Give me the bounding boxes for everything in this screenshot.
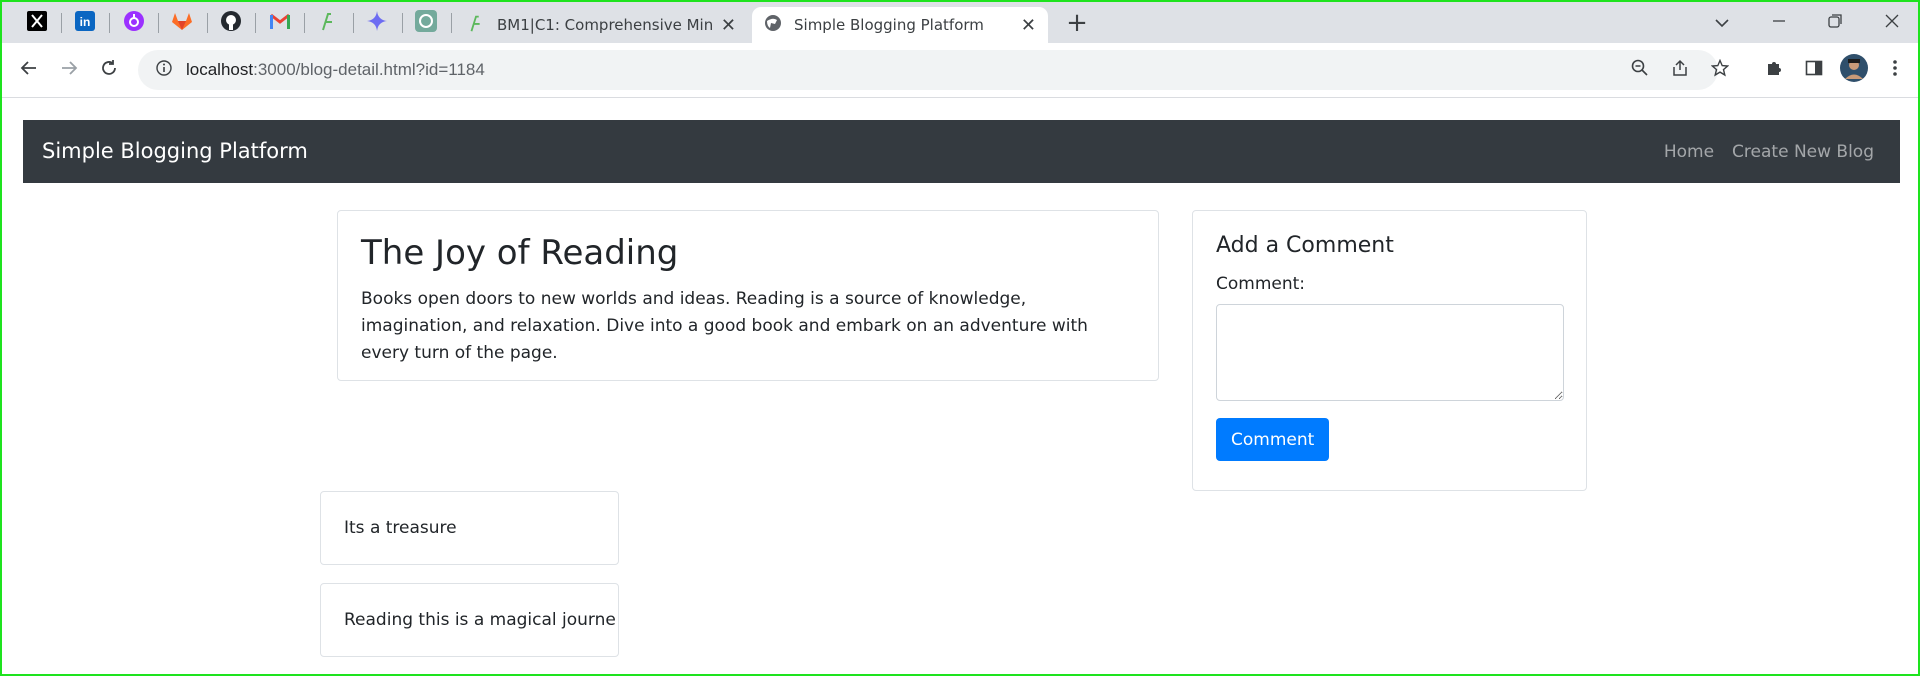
add-comment-heading: Add a Comment <box>1216 233 1394 258</box>
share-icon <box>1671 59 1689 81</box>
navbar-links: Home Create New Blog <box>1646 120 1874 183</box>
site-navbar: Simple Blogging Platform Home Create New… <box>23 120 1900 183</box>
minimize-icon <box>1772 12 1786 33</box>
x-logo-icon <box>27 11 47 35</box>
tab-strip: in BM1|C1: Comprehensive Min ✕ Simple Bl… <box>2 2 1918 43</box>
arrow-left-icon <box>20 59 38 81</box>
menu-button[interactable] <box>1878 53 1912 87</box>
zoom-out-icon <box>1631 59 1649 81</box>
globe-icon <box>764 14 782 36</box>
tab-separator <box>255 13 256 33</box>
side-panel-button[interactable] <box>1797 53 1831 87</box>
side-panel-icon <box>1805 59 1823 81</box>
tab-separator <box>402 13 403 33</box>
pinned-tab-x[interactable] <box>17 7 57 39</box>
tab-title: Simple Blogging Platform <box>794 16 984 34</box>
new-tab-button[interactable]: + <box>1061 7 1093 39</box>
pinned-tab-chatgpt[interactable] <box>406 7 446 39</box>
zoom-button[interactable] <box>1622 50 1658 90</box>
close-window-button[interactable] <box>1872 6 1912 38</box>
forward-button[interactable] <box>52 53 86 87</box>
pinned-tab-gitlab[interactable] <box>162 7 202 39</box>
tab-title: BM1|C1: Comprehensive Mini Pro <box>497 16 713 34</box>
puzzle-icon <box>1765 59 1783 81</box>
pinned-tab-tor[interactable] <box>114 7 154 39</box>
tab-separator <box>158 13 159 33</box>
tab-separator <box>353 13 354 33</box>
blog-post-card: The Joy of Reading Books open doors to n… <box>337 210 1159 381</box>
pinned-tab-linkedin[interactable]: in <box>65 7 105 39</box>
extensions-button[interactable] <box>1757 53 1791 87</box>
pen-app-icon <box>467 13 485 37</box>
nav-link-create-new-blog[interactable]: Create New Blog <box>1732 142 1874 162</box>
tab-separator <box>109 13 110 33</box>
gitlab-icon <box>171 11 193 35</box>
tab-separator <box>207 13 208 33</box>
close-icon <box>1885 12 1899 33</box>
avatar <box>1840 54 1868 86</box>
github-icon <box>220 10 242 36</box>
gemini-icon <box>366 10 388 36</box>
comment-textarea[interactable] <box>1216 304 1564 401</box>
svg-text:in: in <box>80 15 91 29</box>
pinned-tab-pen-app[interactable] <box>308 7 348 39</box>
info-icon[interactable] <box>156 60 172 80</box>
arrow-right-icon <box>60 59 78 81</box>
tor-icon <box>124 11 144 35</box>
chatgpt-icon <box>415 10 437 36</box>
browser-toolbar: localhost:3000/blog-detail.html?id=1184 <box>2 43 1918 98</box>
post-body: Books open doors to new worlds and ideas… <box>361 288 1088 364</box>
tab-simple-blogging-platform[interactable]: Simple Blogging Platform ✕ <box>752 7 1048 43</box>
chevron-down-icon <box>1714 12 1730 33</box>
comment-label: Comment: <box>1216 274 1306 294</box>
tab-separator <box>61 13 62 33</box>
post-title: The Joy of Reading <box>361 233 679 273</box>
pinned-tab-gemini[interactable] <box>357 7 397 39</box>
reload-icon <box>100 59 118 81</box>
tab-search-button[interactable] <box>1702 6 1742 38</box>
minimize-button[interactable] <box>1759 6 1799 38</box>
restore-button[interactable] <box>1815 6 1855 38</box>
url-host: localhost <box>186 60 254 79</box>
tab-separator <box>451 13 452 33</box>
profile-button[interactable] <box>1837 53 1871 87</box>
url-text: localhost:3000/blog-detail.html?id=1184 <box>186 60 485 80</box>
back-button[interactable] <box>12 53 46 87</box>
pinned-tab-github[interactable] <box>211 7 251 39</box>
comment-submit-button[interactable]: Comment <box>1216 418 1330 461</box>
plus-icon: + <box>1066 8 1088 38</box>
nav-link-home[interactable]: Home <box>1664 142 1714 162</box>
pen-app-icon <box>319 10 337 36</box>
comment-item: Reading this is a magical journe <box>320 583 619 657</box>
restore-icon <box>1828 12 1842 33</box>
gmail-icon <box>269 12 291 34</box>
comment-item: Its a treasure <box>320 491 619 565</box>
bookmark-button[interactable] <box>1702 50 1738 90</box>
reload-button[interactable] <box>92 53 126 87</box>
url-path: :3000/blog-detail.html?id=1184 <box>253 60 485 79</box>
tab-comprehensive-mini-project[interactable]: BM1|C1: Comprehensive Mini Pro ✕ <box>455 7 748 43</box>
navbar-brand[interactable]: Simple Blogging Platform <box>42 120 308 183</box>
pinned-tab-gmail[interactable] <box>260 7 300 39</box>
add-comment-card: Add a Comment Comment: Comment <box>1192 210 1587 491</box>
close-icon[interactable]: ✕ <box>1021 15 1036 36</box>
tab-separator <box>304 13 305 33</box>
kebab-menu-icon <box>1892 59 1898 81</box>
share-button[interactable] <box>1662 50 1698 90</box>
linkedin-icon: in <box>75 11 95 35</box>
address-bar[interactable]: localhost:3000/blog-detail.html?id=1184 <box>138 50 1730 90</box>
close-icon[interactable]: ✕ <box>721 15 736 36</box>
star-icon <box>1710 58 1730 81</box>
